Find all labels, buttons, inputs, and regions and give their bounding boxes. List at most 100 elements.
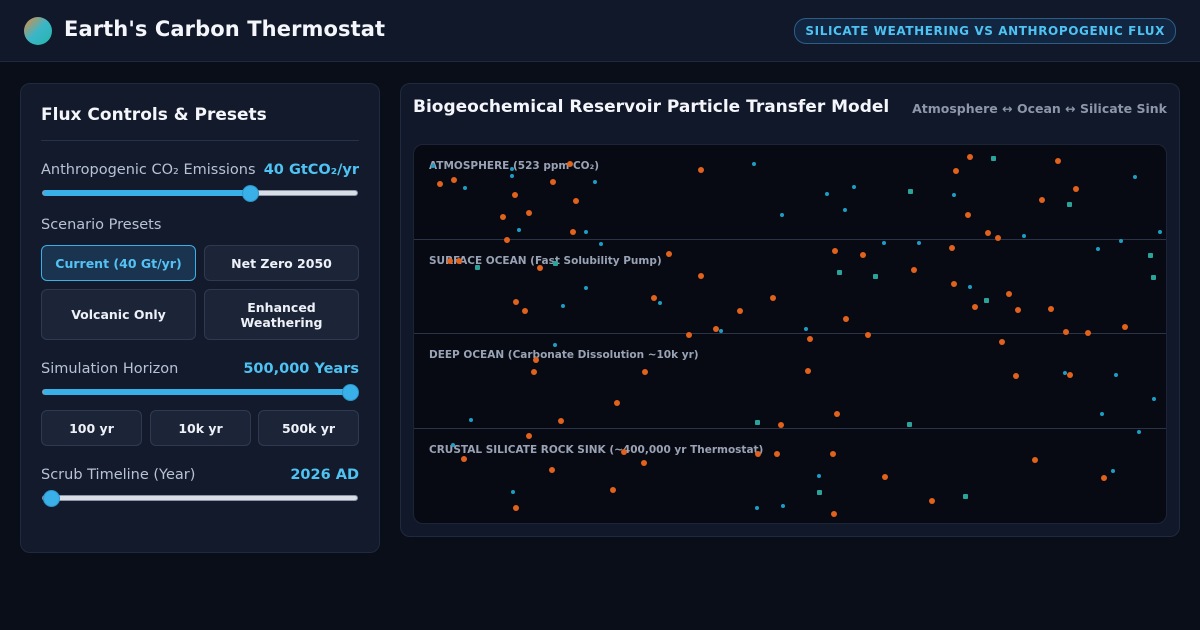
emissions-slider-fill: [43, 190, 251, 196]
horizon-value: 500,000 Years: [243, 361, 359, 377]
co2-particle: [698, 273, 705, 280]
co2-particle: [1066, 371, 1073, 378]
co2-particle: [526, 210, 533, 217]
zone-divider: [414, 333, 1166, 334]
presets-label: Scenario Presets: [41, 217, 162, 233]
dissolved-particle: [593, 179, 598, 184]
preset-enhanced-weathering-button[interactable]: Enhanced Weathering: [204, 289, 359, 340]
co2-particle: [842, 315, 849, 322]
dissolved-particle: [1095, 247, 1100, 252]
co2-particle: [950, 280, 957, 287]
timeline-slider-thumb[interactable]: [43, 490, 60, 507]
co2-particle: [971, 303, 978, 310]
co2-particle: [1012, 372, 1019, 379]
zone-label-atmosphere: ATMOSPHERE (523 ppm CO₂): [429, 160, 600, 172]
zone-label-deep-ocean: DEEP OCEAN (Carbonate Dissolution ~10k y…: [429, 349, 699, 361]
horizon-slider-fill: [43, 389, 357, 395]
dissolved-particle: [1022, 234, 1027, 239]
silicate-particle: [475, 264, 481, 270]
co2-particle: [881, 473, 888, 480]
co2-particle: [451, 176, 458, 183]
co2-particle: [640, 460, 647, 467]
co2-particle: [1031, 456, 1038, 463]
dissolved-particle: [1152, 397, 1157, 401]
silicate-particle: [907, 422, 913, 428]
co2-particle: [512, 504, 519, 511]
dissolved-particle: [509, 174, 514, 179]
dissolved-particle: [583, 229, 588, 234]
dissolved-particle: [583, 286, 588, 291]
dissolved-particle: [1114, 372, 1119, 377]
co2-particle: [697, 167, 704, 174]
co2-particle: [650, 294, 657, 301]
silicate-particle: [963, 494, 969, 500]
silicate-particle: [991, 156, 997, 162]
horizon-label: Simulation Horizon: [41, 361, 179, 377]
timeline-slider[interactable]: [42, 490, 358, 507]
mode-badge: SILICATE WEATHERING VS ANTHROPOGENIC FLU…: [794, 18, 1176, 44]
dissolved-particle: [1111, 469, 1116, 474]
dissolved-particle: [751, 162, 756, 167]
co2-particle: [859, 251, 866, 258]
co2-particle: [460, 455, 467, 462]
co2-particle: [512, 191, 519, 198]
co2-particle: [500, 213, 506, 220]
co2-particle: [804, 367, 811, 374]
zone-label-silicate-sink: CRUSTAL SILICATE ROCK SINK (~400,000 yr …: [429, 444, 764, 456]
co2-particle: [928, 498, 935, 505]
co2-particle: [864, 331, 871, 338]
co2-particle: [712, 325, 719, 332]
preset-current-button[interactable]: Current (40 Gt/yr): [41, 245, 196, 281]
silicate-particle: [873, 273, 879, 279]
co2-particle: [755, 450, 762, 457]
dissolved-particle: [1133, 175, 1138, 180]
co2-particle: [949, 245, 956, 252]
dissolved-particle: [599, 241, 604, 246]
emissions-slider[interactable]: [42, 185, 358, 202]
co2-particle: [999, 338, 1006, 345]
horizon-100yr-button[interactable]: 100 yr: [41, 410, 142, 446]
emissions-label: Anthropogenic CO₂ Emissions: [41, 162, 256, 178]
silicate-particle: [1151, 275, 1157, 281]
co2-particle: [834, 411, 841, 418]
preset-net-zero-button[interactable]: Net Zero 2050: [204, 245, 359, 281]
silicate-particle: [1147, 252, 1153, 258]
dissolved-particle: [851, 185, 856, 190]
horizon-slider[interactable]: [42, 384, 359, 401]
panel-title: Flux Controls & Presets: [41, 105, 267, 125]
co2-particle: [773, 451, 780, 458]
co2-particle: [1121, 323, 1128, 330]
co2-particle: [829, 450, 836, 457]
co2-particle: [770, 295, 777, 302]
silicate-particle: [1066, 202, 1072, 208]
flux-controls-panel: Flux Controls & Presets Anthropogenic CO…: [20, 83, 380, 553]
dissolved-particle: [804, 326, 809, 331]
co2-particle: [685, 331, 692, 338]
app-title: Earth's Carbon Thermostat: [64, 17, 386, 41]
timeline-value: 2026 AD: [290, 467, 359, 483]
horizon-slider-thumb[interactable]: [342, 384, 359, 401]
co2-particle: [832, 247, 839, 254]
co2-particle: [532, 356, 539, 363]
co2-particle: [953, 167, 960, 174]
dissolved-particle: [1099, 411, 1104, 416]
co2-particle: [806, 335, 813, 342]
dissolved-particle: [1119, 238, 1124, 243]
co2-particle: [537, 264, 544, 271]
dissolved-particle: [1062, 370, 1067, 375]
silicate-particle: [817, 489, 823, 495]
co2-particle: [569, 229, 576, 236]
horizon-10kyr-button[interactable]: 10k yr: [150, 410, 251, 446]
co2-particle: [548, 466, 555, 473]
dissolved-particle: [917, 240, 922, 245]
emissions-slider-thumb[interactable]: [242, 185, 260, 202]
preset-volcanic-button[interactable]: Volcanic Only: [41, 289, 196, 340]
co2-particle: [666, 251, 673, 258]
model-panel: Biogeochemical Reservoir Particle Transf…: [400, 83, 1180, 537]
co2-particle: [1055, 157, 1062, 164]
co2-particle: [614, 399, 621, 406]
model-subtitle: Atmosphere ↔ Ocean ↔ Silicate Sink: [912, 101, 1167, 116]
particle-simulation-canvas[interactable]: ATMOSPHERE (523 ppm CO₂) SURFACE OCEAN (…: [413, 144, 1167, 524]
top-bar: Earth's Carbon Thermostat SILICATE WEATH…: [0, 0, 1200, 62]
horizon-500kyr-button[interactable]: 500k yr: [258, 410, 359, 446]
